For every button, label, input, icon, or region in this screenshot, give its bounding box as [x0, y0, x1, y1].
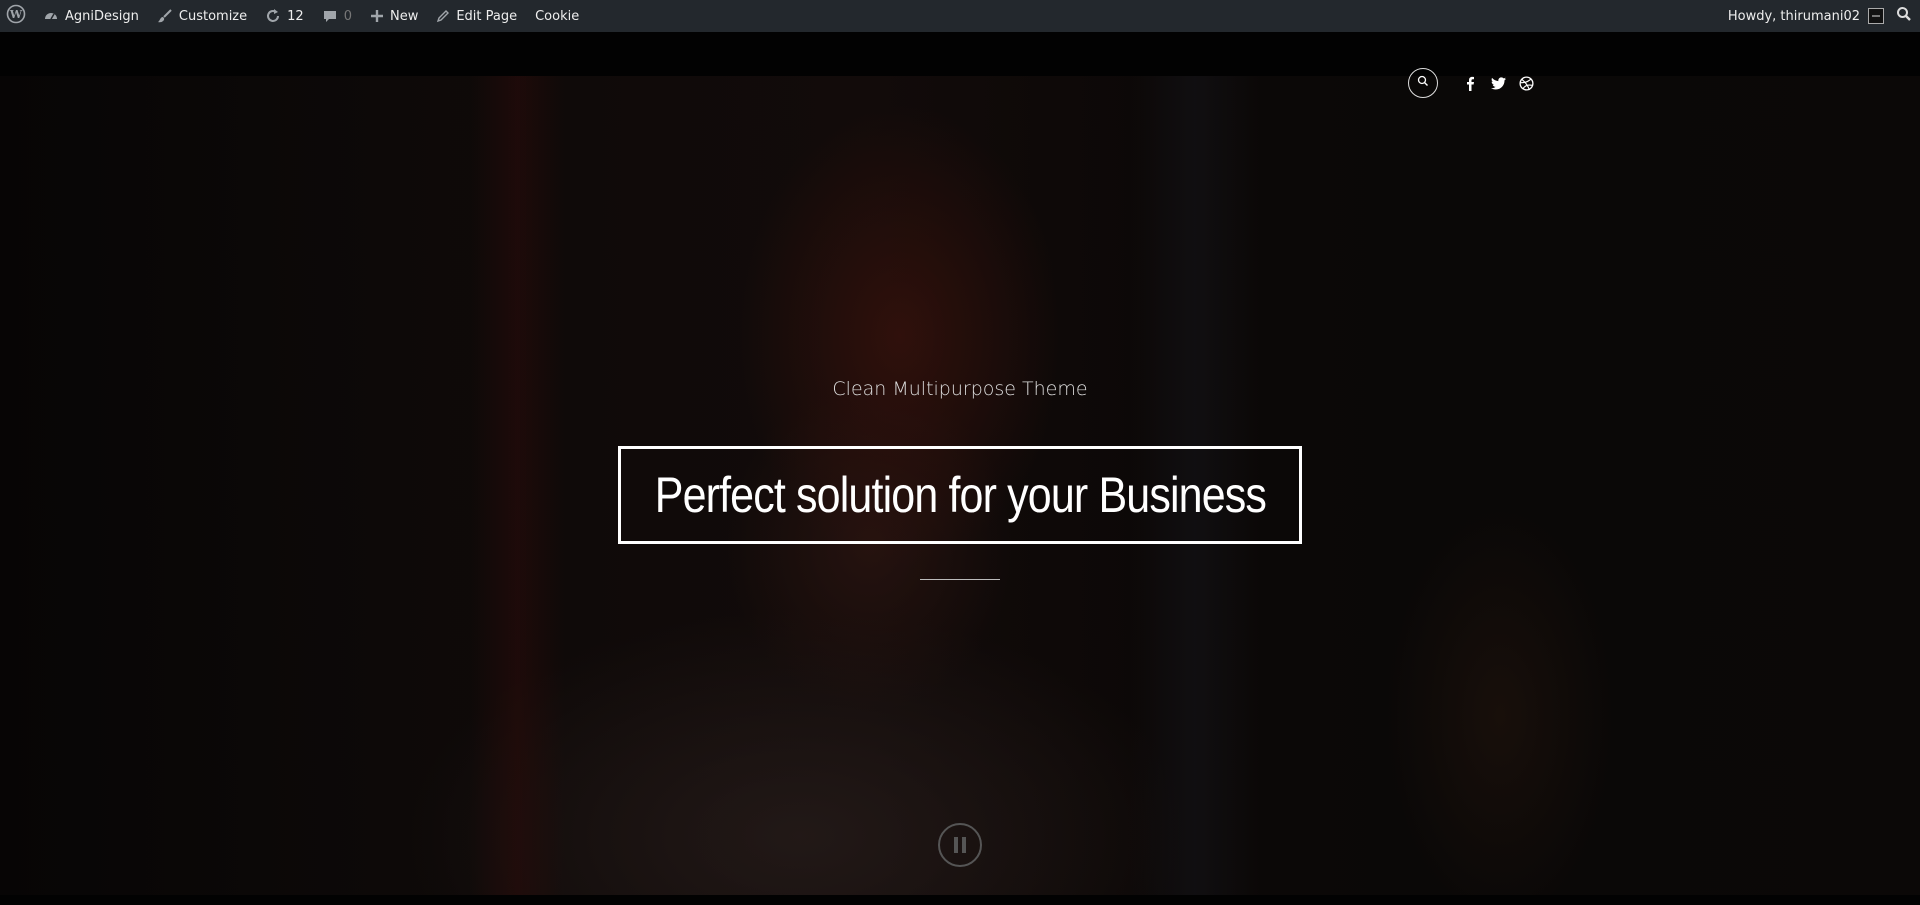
twitter-icon[interactable]	[1490, 75, 1506, 91]
pause-icon	[954, 837, 958, 853]
site-name-label: AgniDesign	[65, 8, 139, 24]
admin-search-button[interactable]	[1890, 0, 1920, 32]
search-icon	[1417, 74, 1429, 92]
wordpress-menu[interactable]: W	[0, 0, 34, 32]
hero-headline-box: Perfect solution for your Business	[618, 446, 1302, 544]
comments-count: 0	[343, 8, 352, 24]
updates-count: 12	[287, 8, 304, 24]
my-account-menu[interactable]: Howdy, thirumani02	[1719, 0, 1890, 32]
wordpress-logo-icon: W	[6, 4, 26, 28]
avatar	[1868, 8, 1884, 24]
brush-icon	[157, 8, 173, 24]
refresh-icon	[265, 8, 281, 24]
search-icon	[1896, 6, 1912, 26]
header-icons	[1408, 68, 1534, 98]
social-links	[1462, 75, 1534, 91]
plus-icon	[370, 9, 384, 23]
new-label: New	[389, 8, 419, 24]
admin-bar: W AgniDesign Customize 12 0 New Edit Pag…	[0, 0, 1920, 32]
hero-tagline: Clean Multipurpose Theme	[832, 378, 1088, 400]
pencil-icon	[436, 9, 450, 23]
howdy-label: Howdy, thirumani02	[1727, 8, 1860, 24]
cookie-link[interactable]: Cookie	[526, 0, 588, 32]
video-pause-button[interactable]	[938, 823, 982, 867]
admin-bar-left: W AgniDesign Customize 12 0 New Edit Pag…	[0, 0, 588, 32]
pause-icon-bar	[962, 837, 966, 853]
cookie-label: Cookie	[535, 8, 580, 24]
comments-link[interactable]: 0	[313, 0, 361, 32]
dashboard-icon	[43, 8, 59, 24]
customize-link[interactable]: Customize	[148, 0, 256, 32]
updates-link[interactable]: 12	[256, 0, 313, 32]
site-name-link[interactable]: AgniDesign	[34, 0, 148, 32]
hero-section: Clean Multipurpose Theme Perfect solutio…	[0, 32, 1920, 905]
svg-text:W: W	[9, 8, 23, 21]
comment-icon	[322, 8, 338, 24]
dribbble-icon[interactable]	[1518, 75, 1534, 91]
search-button[interactable]	[1408, 68, 1438, 98]
facebook-icon[interactable]	[1462, 75, 1478, 91]
hero-headline: Perfect solution for your Business	[654, 467, 1266, 523]
edit-page-link[interactable]: Edit Page	[427, 0, 526, 32]
hero-divider	[920, 579, 1000, 580]
admin-bar-right: Howdy, thirumani02	[1719, 0, 1920, 32]
customize-label: Customize	[178, 8, 248, 24]
new-content-link[interactable]: New	[361, 0, 427, 32]
edit-page-label: Edit Page	[456, 8, 518, 24]
